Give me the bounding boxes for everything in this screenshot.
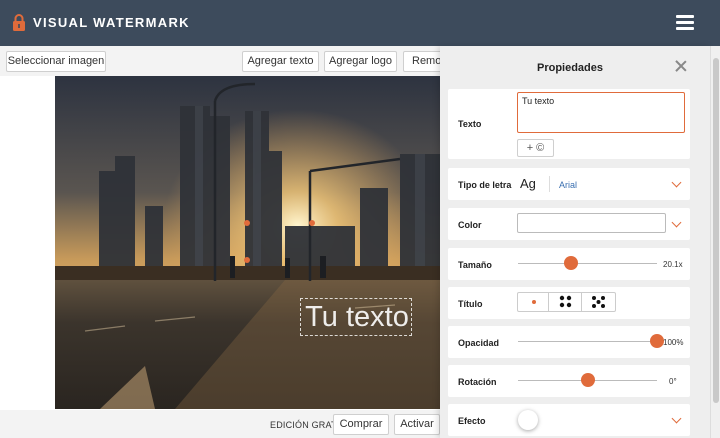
size-slider[interactable] xyxy=(518,263,657,264)
rotation-label: Rotación xyxy=(458,377,497,387)
opacity-label: Opacidad xyxy=(458,338,500,348)
panel-title: Propiedades xyxy=(536,62,604,74)
hamburger-menu-icon[interactable] xyxy=(676,15,694,30)
app-header: VISUAL WATERMARK xyxy=(0,0,720,46)
title-mode-selector xyxy=(517,292,616,312)
five-dots-icon xyxy=(592,296,605,308)
four-dots-icon xyxy=(559,295,572,308)
single-dot-option[interactable] xyxy=(518,293,549,311)
size-label: Tamaño xyxy=(458,260,492,270)
resize-handle[interactable] xyxy=(309,220,315,226)
font-preview: Ag xyxy=(520,176,536,191)
properties-panel: Propiedades Texto Tu texto + © Tipo de l… xyxy=(440,46,710,438)
city-sunset-image xyxy=(55,76,440,409)
color-row[interactable]: Color xyxy=(448,208,690,240)
toolbar: Seleccionar imagen Agregar texto Agregar… xyxy=(0,46,443,76)
copyright-symbol-button[interactable]: + © xyxy=(517,139,554,157)
watermark-text[interactable]: Tu texto xyxy=(301,301,413,334)
panel-scrollbar[interactable] xyxy=(710,46,720,438)
size-value: 20.1x xyxy=(663,260,683,269)
rotation-value: 0° xyxy=(669,377,677,386)
rotation-slider-thumb[interactable] xyxy=(580,373,595,387)
color-label: Color xyxy=(458,220,482,230)
text-input[interactable]: Tu texto xyxy=(517,92,685,133)
opacity-value: 100% xyxy=(663,338,684,347)
bottom-bar: EDICIÓN GRATIS Comprar Activar xyxy=(0,410,440,438)
remove-button[interactable]: Remov xyxy=(403,51,443,72)
brand-title: VISUAL WATERMARK xyxy=(33,15,190,30)
select-image-button[interactable]: Seleccionar imagen xyxy=(6,51,106,72)
chevron-down-icon[interactable] xyxy=(671,413,682,424)
watermark-box[interactable]: Tu texto xyxy=(300,298,412,336)
resize-handle[interactable] xyxy=(244,257,250,263)
font-row[interactable]: Tipo de letra Ag Arial xyxy=(448,168,690,200)
opacity-row: Opacidad 100% xyxy=(448,326,690,358)
canvas-area: Tu texto xyxy=(0,76,440,410)
title-row: Título xyxy=(448,287,690,319)
photo-preview[interactable]: Tu texto xyxy=(55,76,440,409)
size-slider-thumb[interactable] xyxy=(563,256,578,270)
four-dots-option[interactable] xyxy=(549,293,582,311)
close-icon[interactable] xyxy=(674,59,688,73)
font-label: Tipo de letra xyxy=(458,180,512,190)
font-select-value[interactable]: Arial xyxy=(559,180,577,190)
add-text-button[interactable]: Agregar texto xyxy=(242,51,319,72)
opacity-slider-thumb[interactable] xyxy=(650,334,664,348)
divider xyxy=(549,176,550,192)
color-swatch[interactable] xyxy=(517,213,666,233)
five-dots-option[interactable] xyxy=(582,293,615,311)
size-row: Tamaño 20.1x xyxy=(448,248,690,280)
chevron-down-icon[interactable] xyxy=(671,177,682,188)
add-logo-button[interactable]: Agregar logo xyxy=(324,51,397,72)
resize-handle[interactable] xyxy=(244,220,250,226)
effect-label: Efecto xyxy=(458,416,486,426)
rotation-row: Rotación 0° xyxy=(448,365,690,397)
buy-button[interactable]: Comprar xyxy=(333,414,389,435)
activate-button[interactable]: Activar xyxy=(394,414,440,435)
effect-toggle[interactable] xyxy=(518,410,538,430)
text-row: Texto Tu texto + © xyxy=(448,89,690,159)
scrollbar-thumb[interactable] xyxy=(713,58,719,403)
lock-icon xyxy=(13,14,25,31)
title-label: Título xyxy=(458,299,483,309)
effect-row: Efecto xyxy=(448,404,690,436)
chevron-down-icon[interactable] xyxy=(671,217,682,228)
opacity-slider[interactable] xyxy=(518,341,657,342)
text-label: Texto xyxy=(458,119,482,129)
